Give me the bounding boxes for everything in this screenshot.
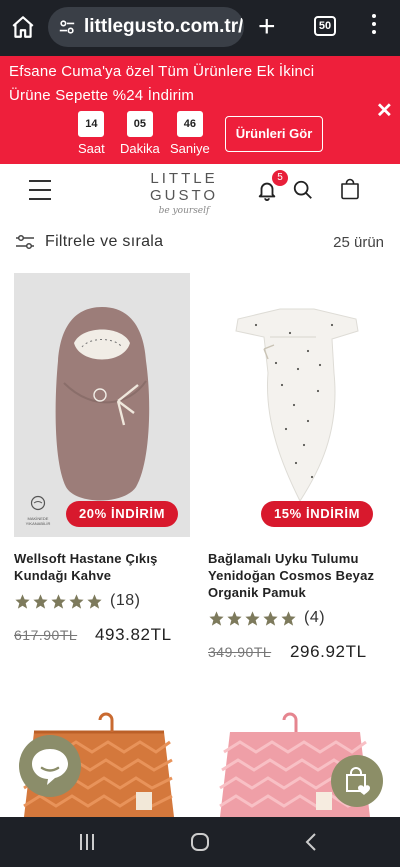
countdown-hours: 14 Saat bbox=[78, 111, 105, 156]
star-icon bbox=[87, 593, 102, 609]
old-price: 349.90TL bbox=[208, 644, 272, 660]
see-products-button[interactable]: Ürünleri Gör bbox=[225, 116, 323, 152]
plus-icon[interactable]: + bbox=[258, 12, 276, 42]
star-icon bbox=[227, 610, 242, 626]
sale-price: 493.82TL bbox=[95, 625, 172, 644]
countdown-value: 05 bbox=[126, 111, 153, 137]
washing-icon bbox=[30, 495, 46, 511]
star-icon bbox=[281, 610, 296, 626]
cart-icon[interactable] bbox=[338, 177, 362, 201]
star-icon bbox=[69, 593, 84, 609]
product-name[interactable]: Bağlamalı Uyku Tulumu Yenidoğan Cosmos B… bbox=[208, 550, 394, 601]
bag-heart-icon bbox=[346, 767, 370, 795]
promo-banner: Efsane Cuma'ya özel Tüm Ürünlere Ek İkin… bbox=[0, 56, 400, 164]
promo-message: Efsane Cuma'ya özel Tüm Ürünlere Ek İkin… bbox=[9, 63, 315, 104]
site-settings-icon[interactable] bbox=[58, 18, 76, 36]
discount-badge: 20% İNDİRİM bbox=[66, 501, 178, 527]
back-icon[interactable] bbox=[304, 832, 318, 852]
sale-price: 296.92TL bbox=[290, 642, 367, 661]
review-count: (18) bbox=[110, 592, 141, 609]
close-icon[interactable]: ✕ bbox=[376, 98, 393, 123]
star-rating: (4) bbox=[208, 609, 325, 627]
tab-switcher-button[interactable]: 50 bbox=[314, 16, 336, 36]
home-icon[interactable] bbox=[10, 14, 36, 40]
browser-toolbar: littlegusto.com.tr/c + 50 bbox=[0, 0, 400, 56]
notification-badge: 5 bbox=[272, 170, 288, 186]
washable-badge: MAKİNEDE YIKANABİLİR bbox=[24, 495, 52, 526]
url-text[interactable]: littlegusto.com.tr/c bbox=[84, 16, 244, 38]
countdown-value: 14 bbox=[78, 111, 105, 137]
logo-tagline: be yourself bbox=[158, 206, 210, 216]
star-icon bbox=[51, 593, 66, 609]
product-image[interactable] bbox=[208, 273, 386, 537]
filter-label: Filtrele ve sırala bbox=[45, 233, 164, 250]
countdown-value: 46 bbox=[176, 111, 203, 137]
product-image[interactable]: MAKİNEDE YIKANABİLİR bbox=[14, 273, 190, 537]
wishlist-bag-button[interactable] bbox=[331, 755, 383, 807]
system-nav-bar bbox=[0, 817, 400, 867]
recent-apps-icon[interactable] bbox=[78, 833, 96, 851]
old-price: 617.90TL bbox=[14, 627, 78, 643]
sleeping-bag-illustration bbox=[235, 308, 359, 503]
result-count: 25 ürün bbox=[333, 234, 384, 251]
countdown-label: Dakika bbox=[120, 141, 160, 156]
star-icon bbox=[209, 610, 224, 626]
countdown-label: Saat bbox=[78, 141, 105, 156]
discount-badge: 15% İNDİRİM bbox=[261, 501, 373, 527]
brand-logo[interactable]: LITTLE GUSTO be yourself bbox=[113, 170, 255, 216]
review-count: (4) bbox=[304, 609, 326, 626]
star-icon bbox=[263, 610, 278, 626]
star-icon bbox=[33, 593, 48, 609]
star-icon bbox=[245, 610, 260, 626]
star-icon bbox=[15, 593, 30, 609]
filter-icon bbox=[16, 234, 34, 250]
hamburger-menu-icon[interactable] bbox=[29, 180, 51, 200]
countdown-seconds: 46 Saniye bbox=[170, 111, 210, 156]
star-rating: (18) bbox=[14, 592, 140, 610]
washable-label: MAKİNEDE YIKANABİLİR bbox=[25, 516, 51, 526]
chat-button[interactable] bbox=[19, 735, 81, 797]
home-nav-icon[interactable] bbox=[190, 832, 210, 852]
search-icon[interactable] bbox=[292, 179, 314, 201]
product-name[interactable]: Wellsoft Hastane Çıkış Kundağı Kahve bbox=[14, 550, 194, 584]
countdown-label: Saniye bbox=[170, 141, 210, 156]
logo-text: LITTLE GUSTO bbox=[149, 170, 219, 204]
chat-icon bbox=[32, 749, 68, 785]
kebab-menu-icon[interactable] bbox=[370, 14, 378, 40]
countdown-minutes: 05 Dakika bbox=[120, 111, 160, 156]
filter-sort-button[interactable]: Filtrele ve sırala bbox=[15, 230, 163, 254]
address-bar[interactable]: littlegusto.com.tr/c bbox=[48, 7, 244, 47]
